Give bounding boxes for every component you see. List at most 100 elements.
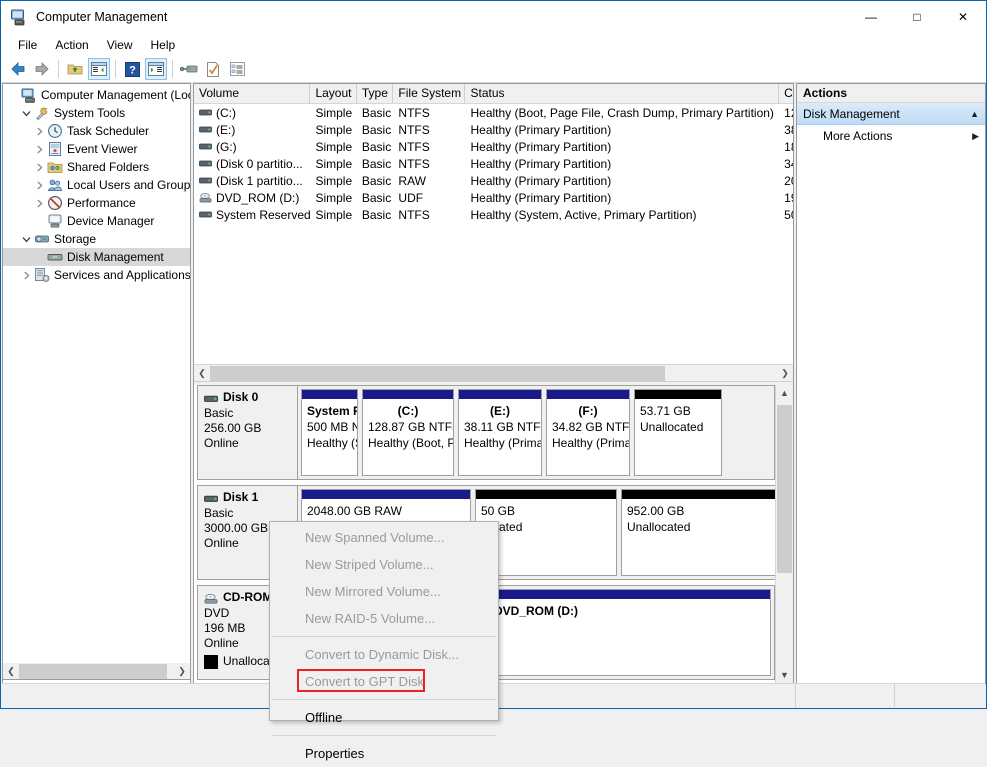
table-row[interactable]: (Disk 0 partitio...SimpleBasicNTFSHealth… (194, 155, 793, 172)
tree-item-event-viewer[interactable]: Event Viewer (3, 140, 190, 158)
scroll-thumb[interactable] (210, 366, 665, 381)
volume-list-horizontal-scrollbar[interactable]: ❮ ❯ (194, 364, 793, 382)
partition-block[interactable]: (F:)34.82 GB NTFSHealthy (Primary Pa (546, 389, 630, 476)
up-folder-icon[interactable] (64, 58, 86, 80)
close-button[interactable]: ✕ (940, 1, 986, 32)
scroll-track[interactable] (19, 664, 174, 679)
partition-color-bar (302, 390, 357, 399)
partition-block[interactable]: 53.71 GBUnallocated (634, 389, 722, 476)
title-bar: Computer Management — □ ✕ (1, 1, 986, 33)
partition-color-bar (363, 390, 453, 399)
svg-text:?: ? (129, 64, 136, 76)
show-hide-action-pane-icon[interactable] (145, 58, 167, 80)
scroll-down-arrow[interactable]: ▼ (776, 667, 793, 683)
properties-icon[interactable] (202, 58, 224, 80)
chevron-right-icon[interactable] (31, 195, 47, 211)
tree-spacer (31, 249, 47, 265)
scroll-track[interactable] (210, 366, 777, 381)
table-row[interactable]: (Disk 1 partitio...SimpleBasicRAWHealthy… (194, 172, 793, 189)
tree-item-device-manager[interactable]: Device Manager (3, 212, 190, 230)
table-row[interactable]: (C:)SimpleBasicNTFSHealthy (Boot, Page F… (194, 104, 793, 121)
cell-status: Healthy (Primary Partition) (465, 123, 779, 137)
action-more-actions[interactable]: More Actions ▶ (797, 125, 985, 147)
scroll-right-arrow[interactable]: ❯ (777, 366, 793, 381)
tree-item-local-users-and-groups[interactable]: Local Users and Groups (3, 176, 190, 194)
menu-action[interactable]: Action (46, 35, 97, 55)
maximize-button[interactable]: □ (894, 1, 940, 32)
shared-folders-icon (47, 159, 63, 175)
toolbar: ? (1, 56, 986, 83)
chevron-down-icon[interactable] (18, 231, 34, 247)
partition-size: 50 GB (481, 503, 611, 519)
minimize-button[interactable]: — (848, 1, 894, 32)
chevron-down-icon[interactable] (18, 105, 34, 121)
graphical-view-vertical-scrollbar[interactable]: ▲ ▼ (775, 385, 793, 683)
forward-icon[interactable] (31, 58, 53, 80)
scroll-thumb[interactable] (19, 664, 167, 679)
tree-item-computer-management-local[interactable]: Computer Management (Local (3, 86, 190, 104)
cell-status: Healthy (Primary Partition) (465, 140, 779, 154)
cell-capacity: 38 (779, 123, 793, 137)
console-tree-pane: Computer Management (LocalSystem ToolsTa… (2, 83, 191, 684)
list-view-icon[interactable] (226, 58, 248, 80)
actions-group-label: Disk Management (803, 107, 970, 121)
column-header-volume[interactable]: Volume (194, 84, 310, 103)
partition-size: 128.87 GB NTFS (368, 419, 448, 435)
column-header-layout[interactable]: Layout (310, 84, 356, 103)
partition-block[interactable]: (C:)128.87 GB NTFSHealthy (Boot, Page (362, 389, 454, 476)
disk-info-panel[interactable]: Disk 0Basic256.00 GBOnline (197, 385, 298, 480)
scroll-right-arrow[interactable]: ❯ (174, 664, 190, 679)
table-row[interactable]: DVD_ROM (D:)SimpleBasicUDFHealthy (Prima… (194, 189, 793, 206)
scroll-up-arrow[interactable]: ▲ (776, 385, 793, 401)
tree-item-system-tools[interactable]: System Tools (3, 104, 190, 122)
cell-layout: Simple (310, 140, 356, 154)
column-header-type[interactable]: Type (357, 84, 394, 103)
column-header-file-system[interactable]: File System (393, 84, 465, 103)
table-row[interactable]: System ReservedSimpleBasicNTFSHealthy (S… (194, 206, 793, 223)
chevron-right-icon[interactable] (31, 177, 47, 193)
rescan-disks-icon[interactable] (178, 58, 200, 80)
cell-capacity: 12 (779, 106, 793, 120)
context-menu-item-offline[interactable]: Offline (270, 704, 498, 731)
chevron-right-icon[interactable] (31, 123, 47, 139)
column-header-status[interactable]: Status (465, 84, 779, 103)
chevron-right-icon[interactable] (31, 141, 47, 157)
computer-management-window: Computer Management — □ ✕ File Action Vi… (0, 0, 987, 709)
table-row[interactable]: (E:)SimpleBasicNTFSHealthy (Primary Part… (194, 121, 793, 138)
disk-row-disk-0[interactable]: Disk 0Basic256.00 GBOnlineSystem Reserve… (197, 385, 775, 480)
tree-item-performance[interactable]: Performance (3, 194, 190, 212)
volume-list-body: (C:)SimpleBasicNTFSHealthy (Boot, Page F… (194, 104, 793, 223)
chevron-right-icon[interactable] (31, 159, 47, 175)
menu-separator (272, 699, 496, 700)
scroll-left-arrow[interactable]: ❮ (194, 366, 210, 381)
tree-item-task-scheduler[interactable]: Task Scheduler (3, 122, 190, 140)
tree-item-storage[interactable]: Storage (3, 230, 190, 248)
partition-block[interactable]: System Reserved500 MB NTFSHealthy (Syste… (301, 389, 358, 476)
partition-block[interactable]: (E:)38.11 GB NTFSHealthy (Primary Pa (458, 389, 542, 476)
help-icon[interactable]: ? (121, 58, 143, 80)
chevron-up-icon[interactable]: ▲ (970, 109, 979, 119)
tree-item-disk-management[interactable]: Disk Management (3, 248, 190, 266)
show-hide-console-tree-icon[interactable] (88, 58, 110, 80)
action-label: More Actions (823, 129, 972, 143)
tree-item-label: Device Manager (67, 214, 154, 228)
menu-view[interactable]: View (98, 35, 142, 55)
menu-help[interactable]: Help (142, 35, 185, 55)
scroll-track[interactable] (776, 401, 793, 667)
tree-item-services-and-applications[interactable]: Services and Applications (3, 266, 190, 284)
partition-block[interactable]: 952.00 GBUnallocated (621, 489, 784, 576)
partition-status: Unallocated (640, 419, 716, 435)
column-header-c[interactable]: C (779, 84, 793, 103)
cell-type: Basic (357, 174, 394, 188)
chevron-right-icon[interactable] (18, 267, 34, 283)
cell-status: Healthy (Primary Partition) (465, 174, 779, 188)
scroll-thumb[interactable] (777, 405, 792, 573)
tree-horizontal-scrollbar[interactable]: ❮ ❯ (2, 663, 191, 680)
tree-item-shared-folders[interactable]: Shared Folders (3, 158, 190, 176)
back-icon[interactable] (7, 58, 29, 80)
scroll-left-arrow[interactable]: ❮ (3, 664, 19, 679)
actions-group-disk-management[interactable]: Disk Management ▲ (797, 103, 985, 125)
context-menu-item-properties[interactable]: Properties (270, 740, 498, 767)
menu-file[interactable]: File (9, 35, 46, 55)
table-row[interactable]: (G:)SimpleBasicNTFSHealthy (Primary Part… (194, 138, 793, 155)
